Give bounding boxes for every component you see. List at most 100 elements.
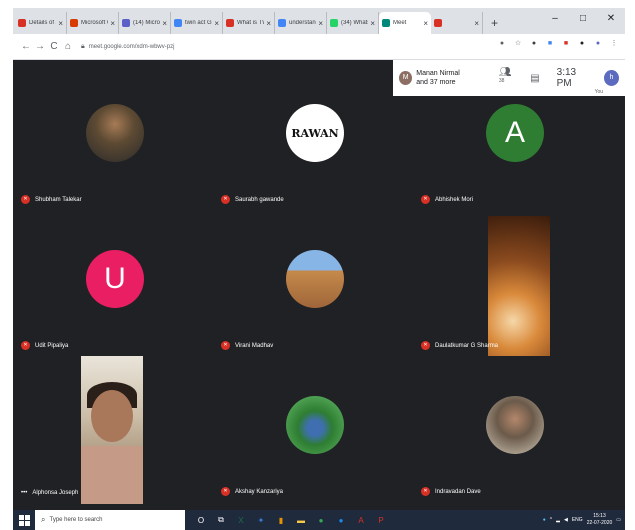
participant-nameplate: ✕ Udit Pipaliya <box>21 341 68 350</box>
network-icon[interactable]: ▂ <box>556 517 560 523</box>
participant-tile[interactable]: U ✕ Udit Pipaliya <box>17 216 213 356</box>
app-icon-3[interactable]: P <box>371 510 391 530</box>
tab-title: Microsoft Offi <box>81 20 108 26</box>
participant-tile[interactable]: ✕ Virani Madhav <box>217 216 413 356</box>
participant-tile[interactable]: ✕ Shubham Talekar <box>17 70 213 210</box>
tab-close-icon[interactable]: × <box>370 19 375 28</box>
tab-title: twin act GTAW <box>185 20 212 26</box>
ext-icon-2[interactable]: ■ <box>545 39 555 49</box>
participant-avatar <box>286 396 344 454</box>
browser-tab[interactable]: twin act GTAW× <box>171 12 223 34</box>
participant-name: Alphonsa Joseph <box>32 490 79 496</box>
url-text: meet.google.com/xdm-wbwv-pzj <box>88 43 175 50</box>
cortana-icon[interactable]: O <box>191 510 211 530</box>
participant-nameplate: ✕ Indravadan Dave <box>421 487 481 496</box>
tray-lang[interactable]: ENG <box>572 517 583 523</box>
tray-icon[interactable]: ● <box>543 517 546 523</box>
browser-tab[interactable]: understand wri× <box>275 12 327 34</box>
tab-close-icon[interactable]: × <box>266 19 271 28</box>
participant-video <box>81 356 143 504</box>
participant-name: Virani Madhav <box>235 342 274 349</box>
tab-close-icon[interactable]: × <box>110 19 115 28</box>
acrobat-icon[interactable]: A <box>351 510 371 530</box>
participant-avatar <box>86 104 144 162</box>
excel-icon[interactable]: X <box>231 510 251 530</box>
windows-icon <box>18 514 30 526</box>
participant-name: Indravadan Dave <box>435 488 481 495</box>
mic-muted-icon: ✕ <box>221 341 230 350</box>
tab-favicon <box>382 19 390 27</box>
browser-tab[interactable]: What is TWIN× <box>223 12 275 34</box>
ext-icon-1[interactable]: ● <box>529 39 539 49</box>
more-options-icon[interactable]: ••• <box>21 490 27 496</box>
tab-close-icon[interactable]: × <box>423 19 428 28</box>
avatar-letter: A <box>504 116 525 149</box>
tab-title: understand wri <box>289 20 317 26</box>
tab-close-icon[interactable]: × <box>58 19 63 28</box>
tab-close-icon[interactable]: × <box>162 19 167 28</box>
tab-title: (14) Microso <box>133 20 161 26</box>
participant-video <box>488 216 550 356</box>
participant-avatar: U <box>86 250 144 308</box>
mic-muted-icon: ✕ <box>21 341 30 350</box>
browser-tab-strip: Details of atte×Microsoft Offi×(14) Micr… <box>13 8 625 34</box>
maximize-button[interactable]: □ <box>569 8 597 30</box>
windows-taskbar: ⌕ Type here to search O ⧉ X ✦ ▮ ▬ ● ● A P ● ^ ▂ ◀… <box>13 510 625 530</box>
reload-button[interactable]: C <box>47 41 61 52</box>
back-button[interactable]: ← <box>19 41 33 52</box>
participant-tile[interactable]: ••• Alphonsa Joseph <box>17 356 213 504</box>
browser-tab[interactable]: × <box>431 12 483 34</box>
participant-tile[interactable]: A ✕ Abhishek Mori <box>417 70 613 210</box>
ext-icon-4[interactable]: ● <box>577 39 587 49</box>
participant-tile[interactable]: ✕ Akshay Kanzariya <box>217 362 413 502</box>
start-button[interactable] <box>13 510 35 530</box>
tab-close-icon[interactable]: × <box>214 19 219 28</box>
tray-clock[interactable]: 15:13 22-07-2020 <box>587 513 613 527</box>
volume-icon[interactable]: ◀ <box>564 517 568 523</box>
taskbar-search[interactable]: ⌕ Type here to search <box>35 510 185 530</box>
chrome-icon[interactable]: ● <box>311 510 331 530</box>
app-icon-2[interactable]: ● <box>331 510 351 530</box>
tab-favicon <box>70 19 78 27</box>
tab-favicon <box>226 19 234 27</box>
minimize-button[interactable]: – <box>541 8 569 30</box>
app-icon-1[interactable]: ▮ <box>271 510 291 530</box>
participant-tile[interactable]: RAWAN ✕ Saurabh gawande <box>217 70 413 210</box>
participant-name: Abhishek Mori <box>435 196 474 203</box>
vscode-icon[interactable]: ✦ <box>251 510 271 530</box>
participant-nameplate: ✕ Virani Madhav <box>221 341 273 350</box>
participant-nameplate: ✕ Abhishek Mori <box>421 195 473 204</box>
forward-button[interactable]: → <box>33 41 47 52</box>
browser-toolbar: ← → C ⌂ 🔒︎ meet.google.com/xdm-wbwv-pzj … <box>13 34 625 60</box>
close-window-button[interactable]: ✕ <box>597 8 625 30</box>
browser-tab[interactable]: (14) Microso× <box>119 12 171 34</box>
ext-icon-3[interactable]: ■ <box>561 39 571 49</box>
profile-icon[interactable]: ● <box>593 39 603 49</box>
tab-favicon <box>434 19 442 27</box>
participant-avatar <box>486 396 544 454</box>
participant-nameplate: ✕ Daulatkumar G Sharma <box>421 341 498 350</box>
file-explorer-icon[interactable]: ▬ <box>291 510 311 530</box>
browser-tab[interactable]: (34) WhatsApp× <box>327 12 379 34</box>
notification-icon[interactable]: ▭ <box>616 517 621 523</box>
tab-title: What is TWIN <box>237 20 264 26</box>
tab-close-icon[interactable]: × <box>474 19 479 28</box>
new-tab-button[interactable]: + <box>483 12 506 34</box>
participant-tile[interactable]: ✕ Indravadan Dave <box>417 362 613 502</box>
browser-tab[interactable]: Microsoft Offi× <box>67 12 119 34</box>
star-icon[interactable]: ☆ <box>513 39 523 49</box>
home-button[interactable]: ⌂ <box>61 41 75 52</box>
browser-tab[interactable]: Meet × <box>379 12 431 34</box>
tab-title: (34) WhatsApp <box>341 20 368 26</box>
task-view-icon[interactable]: ⧉ <box>211 510 231 530</box>
up-arrow-icon[interactable]: ^ <box>550 517 552 523</box>
mic-muted-icon: ✕ <box>221 195 230 204</box>
address-bar[interactable]: 🔒︎ meet.google.com/xdm-wbwv-pzj <box>81 38 281 56</box>
participant-tile[interactable]: ✕ Daulatkumar G Sharma <box>417 216 613 356</box>
tab-favicon <box>18 19 26 27</box>
browser-tab[interactable]: Details of atte× <box>15 12 67 34</box>
key-icon[interactable]: ● <box>497 39 507 49</box>
participant-name: Akshay Kanzariya <box>235 488 284 495</box>
menu-icon[interactable]: ⋮ <box>609 39 619 49</box>
tab-close-icon[interactable]: × <box>318 19 323 28</box>
